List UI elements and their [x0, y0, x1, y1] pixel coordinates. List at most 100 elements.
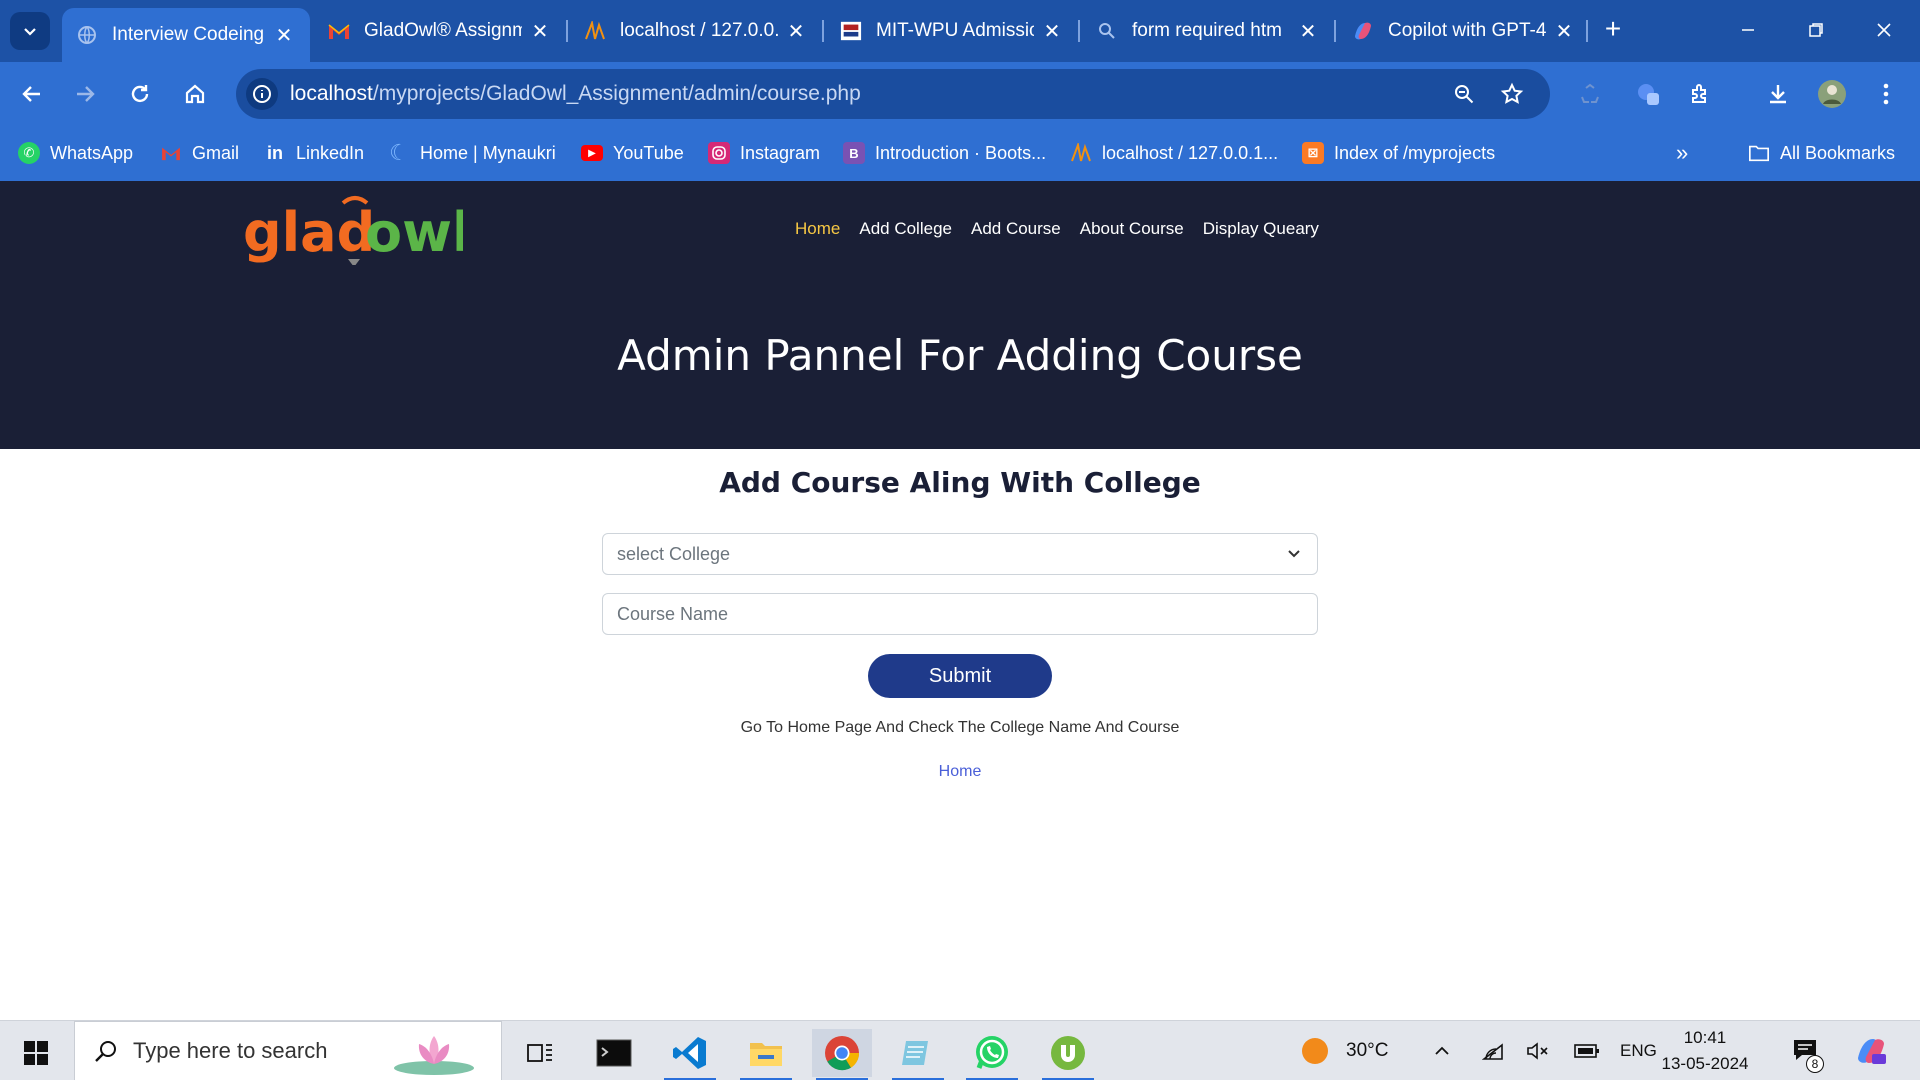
reload-button[interactable]	[122, 76, 158, 112]
taskbar-file-explorer[interactable]	[736, 1029, 796, 1080]
close-window-button[interactable]	[1864, 10, 1904, 50]
profile-button[interactable]	[1814, 76, 1850, 112]
restore-button[interactable]	[1796, 10, 1836, 50]
nav-home[interactable]: Home	[795, 219, 840, 239]
nav-add-college[interactable]: Add College	[859, 219, 952, 239]
bookmark-bootstrap[interactable]: B Introduction · Boots...	[843, 138, 1046, 168]
bookmark-whatsapp[interactable]: ✆ WhatsApp	[18, 138, 133, 168]
utorrent-icon	[1051, 1036, 1085, 1070]
volume-button[interactable]	[1526, 1021, 1550, 1080]
vscode-icon	[673, 1037, 706, 1069]
search-icon	[1096, 20, 1118, 42]
nav-add-course[interactable]: Add Course	[971, 219, 1061, 239]
chrome-icon	[825, 1036, 860, 1071]
info-icon	[253, 85, 271, 103]
clock-time: 10:41	[1683, 1028, 1727, 1047]
forward-button[interactable]	[67, 76, 103, 112]
browser-chrome: Interview Codeing ✕ GladOwl® Assignm ✕ l…	[0, 0, 1920, 181]
zoom-button[interactable]	[1446, 76, 1482, 112]
gmail-icon	[328, 20, 350, 42]
copilot-icon	[1352, 20, 1374, 42]
taskbar-whatsapp[interactable]	[962, 1029, 1022, 1080]
extensions-button[interactable]	[1682, 76, 1718, 112]
college-select[interactable]: select College	[602, 533, 1318, 575]
bookmark-xampp[interactable]: ⊠ Index of /myprojects	[1302, 138, 1495, 168]
bookmark-linkedin[interactable]: in LinkedIn	[264, 138, 364, 168]
back-button[interactable]	[14, 76, 50, 112]
taskbar-vscode[interactable]	[660, 1029, 720, 1080]
taskbar-chrome[interactable]	[812, 1029, 872, 1080]
tab-gladowl-assignment[interactable]: GladOwl® Assignm ✕	[314, 8, 566, 54]
close-icon[interactable]: ✕	[1042, 19, 1062, 44]
close-icon[interactable]: ✕	[1554, 19, 1574, 44]
terminal-icon	[596, 1039, 632, 1067]
linkedin-icon: in	[267, 142, 283, 163]
notification-center-button[interactable]: 8	[1792, 1021, 1824, 1080]
taskbar-utorrent[interactable]	[1038, 1029, 1098, 1080]
language-indicator[interactable]: ENG	[1620, 1021, 1657, 1080]
bookmark-instagram[interactable]: Instagram	[708, 138, 820, 168]
new-tab-button[interactable]: +	[1598, 14, 1628, 44]
nav-display-queary[interactable]: Display Queary	[1203, 219, 1319, 239]
site-info-button[interactable]	[246, 78, 278, 110]
puzzle-icon	[1692, 84, 1706, 103]
home-link[interactable]: Home	[939, 763, 982, 780]
wifi-icon	[1482, 1043, 1503, 1060]
address-bar[interactable]: localhost/myprojects/GladOwl_Assignment/…	[236, 69, 1550, 119]
tab-localhost-phpmyadmin[interactable]: localhost / 127.0.0. ✕	[570, 8, 822, 54]
gladowl-logo[interactable]: glad owl	[243, 195, 471, 270]
battery-button[interactable]	[1574, 1021, 1600, 1080]
avatar	[1818, 80, 1846, 108]
copilot-taskbar-button[interactable]	[1854, 1021, 1888, 1080]
task-view-button[interactable]	[510, 1029, 570, 1077]
show-hidden-icons-button[interactable]	[1432, 1021, 1452, 1080]
bookmark-label: Home | Mynaukri	[420, 142, 556, 163]
url-text[interactable]: localhost/myprojects/GladOwl_Assignment/…	[290, 82, 861, 106]
globe-icon	[76, 24, 98, 46]
browser-toolbar: localhost/myprojects/GladOwl_Assignment/…	[0, 62, 1920, 126]
bookmarks-overflow-button[interactable]: »	[1676, 138, 1688, 168]
bookmarks-bar: ✆ WhatsApp Gmail in LinkedIn ☾ Home | My…	[0, 126, 1920, 181]
gmail-icon	[160, 142, 182, 164]
extension-copilot-button[interactable]	[1630, 76, 1666, 112]
home-button[interactable]	[177, 76, 213, 112]
whatsapp-icon	[976, 1036, 1008, 1069]
minimize-button[interactable]	[1728, 10, 1768, 50]
bookmark-star-button[interactable]	[1494, 76, 1530, 112]
bookmark-mynaukri[interactable]: ☾ Home | Mynaukri	[388, 138, 556, 168]
windows-icon	[24, 1041, 48, 1065]
bookmark-phpmyadmin[interactable]: localhost / 127.0.0.1...	[1070, 138, 1278, 168]
network-button[interactable]	[1482, 1021, 1506, 1080]
taskbar-notepad[interactable]	[888, 1029, 948, 1080]
bookmark-youtube[interactable]: ▶ YouTube	[581, 138, 684, 168]
bookmark-label: localhost / 127.0.0.1...	[1102, 142, 1279, 163]
tab-title: form required htm	[1132, 20, 1282, 41]
tab-mit-wpu[interactable]: MIT-WPU Admissio ✕	[826, 8, 1078, 54]
close-icon[interactable]: ✕	[1298, 19, 1318, 44]
tab-copilot[interactable]: Copilot with GPT-4 ✕	[1338, 8, 1590, 54]
course-name-input[interactable]	[602, 593, 1318, 635]
bookmark-gmail[interactable]: Gmail	[160, 138, 239, 168]
nav-about-course[interactable]: About Course	[1080, 219, 1184, 239]
taskbar-search[interactable]: Type here to search	[74, 1021, 502, 1080]
close-icon[interactable]: ✕	[786, 19, 806, 44]
main-nav: Home Add College Add Course About Course…	[795, 219, 1338, 239]
taskbar-terminal[interactable]	[584, 1029, 644, 1077]
all-bookmarks-button[interactable]: All Bookmarks	[1748, 138, 1895, 168]
extension-recycle-button[interactable]	[1572, 76, 1608, 112]
form-title: Add Course Aling With College	[719, 466, 1201, 499]
tab-interview-codeing[interactable]: Interview Codeing ✕	[62, 8, 310, 62]
start-button[interactable]	[6, 1029, 66, 1077]
mynaukri-icon: ☾	[389, 140, 409, 165]
clock[interactable]: 10:41 13-05-2024	[1655, 1025, 1755, 1077]
close-icon[interactable]: ✕	[274, 23, 294, 48]
tab-title: Interview Codeing	[112, 24, 265, 45]
downloads-button[interactable]	[1760, 76, 1796, 112]
menu-button[interactable]	[1868, 76, 1904, 112]
tab-form-required[interactable]: form required htm ✕	[1082, 8, 1334, 54]
weather-widget[interactable]: 30°C	[1300, 1021, 1388, 1080]
close-icon[interactable]: ✕	[530, 19, 550, 44]
submit-button[interactable]: Submit	[868, 654, 1052, 698]
notepad-icon	[902, 1041, 928, 1065]
tab-search-button[interactable]	[10, 12, 50, 50]
